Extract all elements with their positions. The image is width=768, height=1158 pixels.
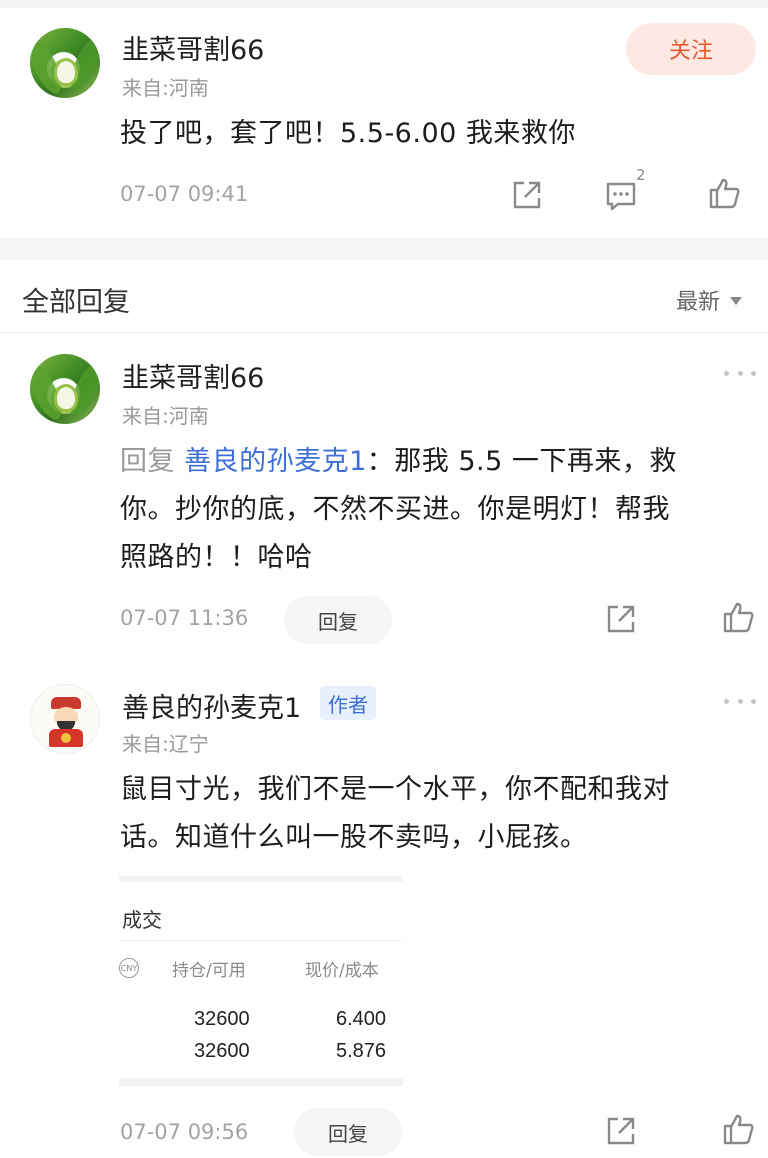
reply-time: 07-07 11:36 [120, 606, 249, 630]
reply-text-line: 照路的！！哈哈 [120, 542, 313, 573]
holding-header: 持仓/可用 [172, 961, 246, 981]
price-header: 现价/成本 [305, 961, 379, 981]
user-avatar[interactable] [30, 684, 100, 754]
top-divider [0, 0, 768, 8]
post-time: 07-07 09:41 [120, 182, 249, 206]
reply-text-line: ：那我 5.5 一下再来，救 [366, 446, 677, 477]
mention-link[interactable]: 善良的孙麦克1 [184, 446, 367, 477]
reply-button[interactable]: 回复 [294, 1108, 402, 1156]
share-icon[interactable] [510, 178, 544, 212]
sort-dropdown[interactable]: 最新 [676, 284, 743, 316]
trade-divider [119, 940, 403, 941]
more-options-icon[interactable] [724, 696, 756, 706]
location-label: 来自:河南 [122, 76, 209, 100]
reply-prefix: 回复 [120, 446, 175, 477]
more-options-icon[interactable] [724, 368, 756, 378]
replies-title: 全部回复 [22, 287, 130, 318]
holding-value: 32600 [194, 1008, 250, 1030]
sort-label: 最新 [676, 290, 721, 315]
like-icon[interactable] [722, 1112, 756, 1146]
location-label: 来自:辽宁 [122, 732, 209, 756]
header-divider [0, 332, 768, 333]
trade-title: 成交 [122, 908, 162, 932]
reply-text-line: 话。知道什么叫一股不卖吗，小屁孩。 [120, 822, 588, 853]
location-label: 来自:河南 [122, 404, 209, 428]
username[interactable]: 韭菜哥割66 [122, 28, 264, 67]
user-avatar[interactable] [30, 354, 100, 424]
reply-text-line: 你。抄你的底，不然不买进。你是明灯！帮我 [120, 494, 670, 525]
comment-count: 2 [636, 166, 646, 184]
section-gap [0, 238, 768, 260]
reply-time: 07-07 09:56 [120, 1120, 249, 1144]
post-text: 投了吧，套了吧！5.5-6.00 我来救你 [120, 118, 576, 149]
follow-button[interactable]: 关注 [626, 23, 756, 75]
holding-value: 32600 [194, 1040, 250, 1062]
reply-text: 回复 善良的孙麦克1：那我 5.5 一下再来，救 [120, 438, 677, 486]
price-value: 6.400 [336, 1008, 387, 1030]
cost-value: 5.876 [336, 1040, 387, 1062]
username[interactable]: 韭菜哥割66 [122, 356, 264, 395]
username[interactable]: 善良的孙麦克1 [122, 686, 301, 725]
reply-button[interactable]: 回复 [284, 596, 392, 644]
currency-icon: CNY [119, 958, 139, 978]
trade-screenshot[interactable]: 成交 CNY 持仓/可用 现价/成本 32600 6.400 32600 5.8… [119, 876, 403, 1086]
caret-down-icon [730, 297, 743, 305]
author-badge: 作者 [320, 686, 376, 720]
user-avatar[interactable] [30, 28, 100, 98]
like-icon[interactable] [722, 600, 756, 634]
comment-icon[interactable] [604, 178, 638, 212]
share-icon[interactable] [604, 602, 638, 636]
share-icon[interactable] [604, 1114, 638, 1148]
like-icon[interactable] [708, 176, 742, 210]
reply-text-line: 鼠目寸光，我们不是一个水平，你不配和我对 [120, 774, 670, 805]
